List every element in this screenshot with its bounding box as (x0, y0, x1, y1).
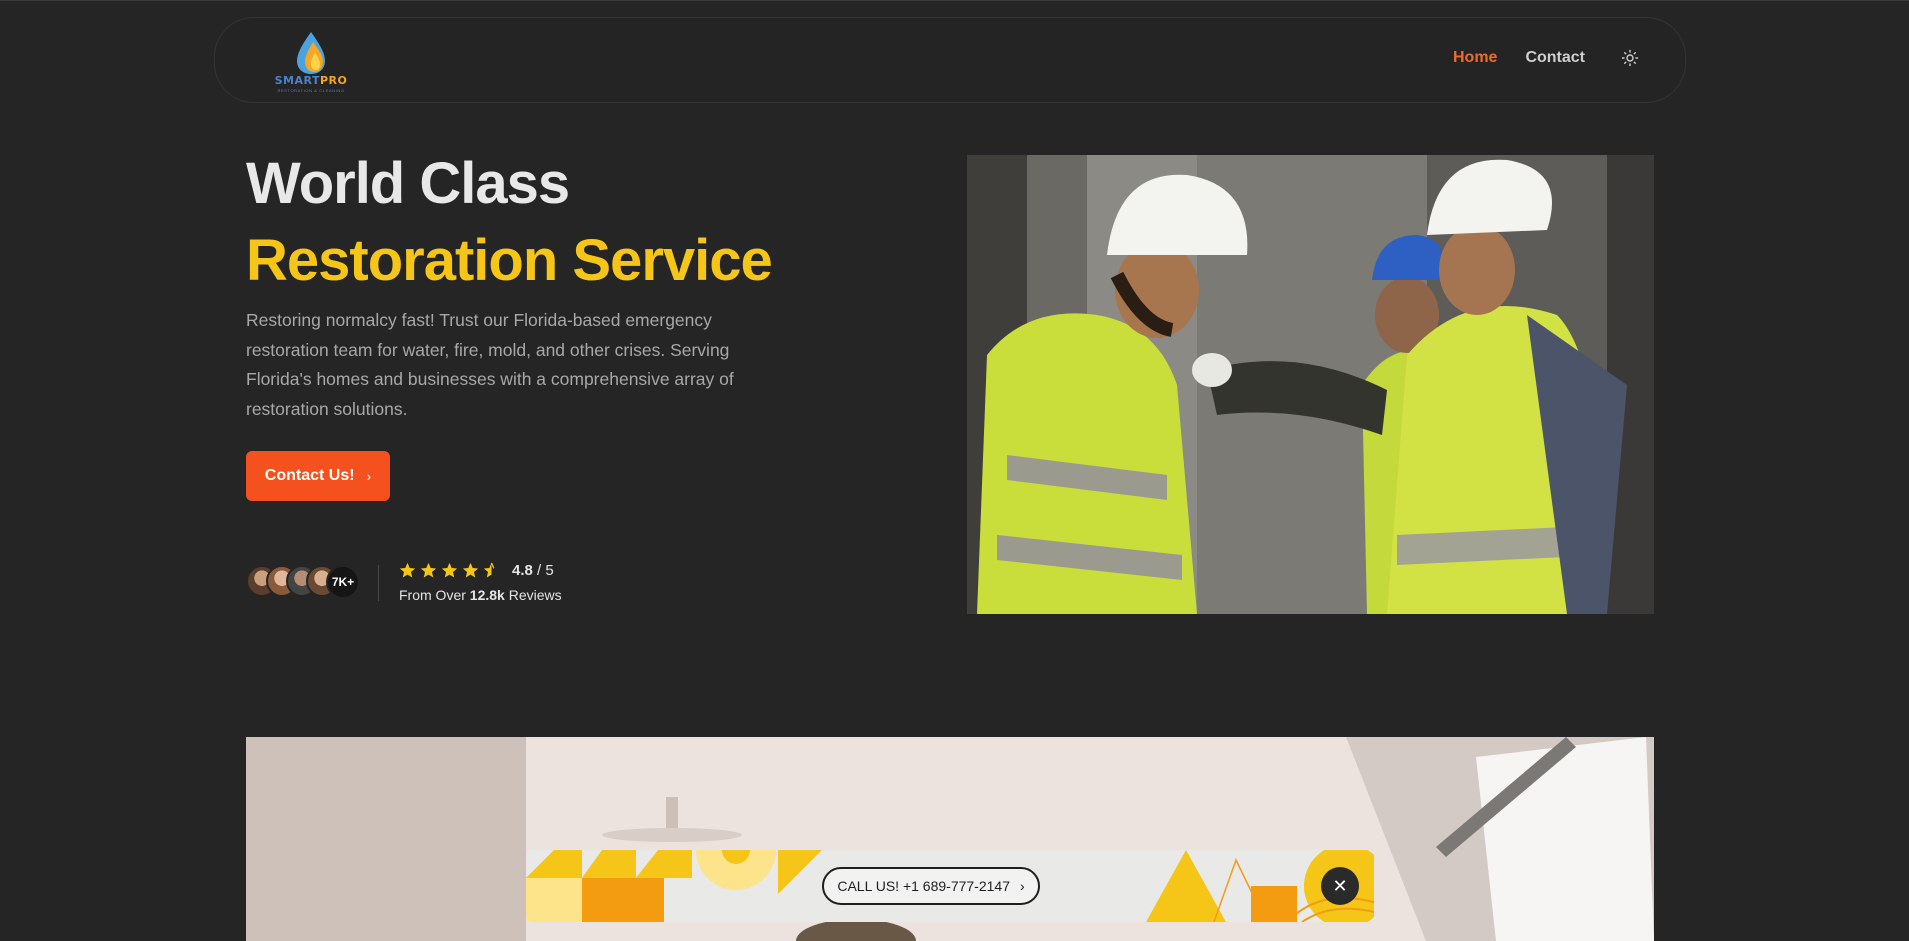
nav-home-link[interactable]: Home (1453, 49, 1497, 67)
rating-value: 4.8 / 5 (512, 562, 554, 579)
reviews-count: From Over 12.8k Reviews (399, 587, 562, 603)
contact-us-button[interactable]: Contact Us! › (246, 451, 390, 501)
call-us-button[interactable]: CALL US! +1 689-777-2147 › (822, 867, 1040, 905)
call-us-label: CALL US! +1 689-777-2147 (837, 878, 1010, 894)
half-star-icon (483, 562, 495, 578)
navbar: SMARTPRO RESTORATION & CLEANING Home Con… (214, 17, 1686, 103)
call-banner: CALL US! +1 689-777-2147 › ✕ (526, 850, 1374, 922)
avatar-count-badge: 7K+ (326, 565, 360, 599)
customer-avatars: 7K+ (246, 565, 360, 599)
chevron-right-icon: › (366, 468, 372, 484)
flame-drop-icon (297, 32, 325, 74)
contact-us-label: Contact Us! (264, 467, 355, 484)
hero-description: Restoring normalcy fast! Trust our Flori… (246, 310, 734, 419)
nav-contact-link[interactable]: Contact (1525, 49, 1585, 67)
nav-links: Home Contact (1453, 49, 1639, 67)
logo-wordmark: SMARTPRO (274, 74, 348, 87)
logo[interactable]: SMARTPRO RESTORATION & CLEANING (261, 30, 361, 93)
logo-tagline: RESTORATION & CLEANING (277, 88, 345, 93)
hero-image-workers (967, 155, 1654, 614)
rating-stars: 4.8 / 5 (399, 562, 554, 579)
sun-icon[interactable] (1621, 49, 1639, 67)
rating-divider (378, 565, 379, 601)
chevron-right-icon: › (1019, 878, 1025, 894)
hero-title-line2: Restoration Service (246, 228, 773, 293)
close-icon[interactable]: ✕ (1321, 867, 1359, 905)
star-icon (462, 562, 479, 578)
star-icon (420, 562, 437, 578)
star-icon (441, 562, 458, 578)
top-border (0, 0, 1909, 1)
star-icon (399, 562, 416, 578)
hero-title-line1: World Class (246, 151, 570, 216)
workers-photo (967, 155, 1654, 614)
